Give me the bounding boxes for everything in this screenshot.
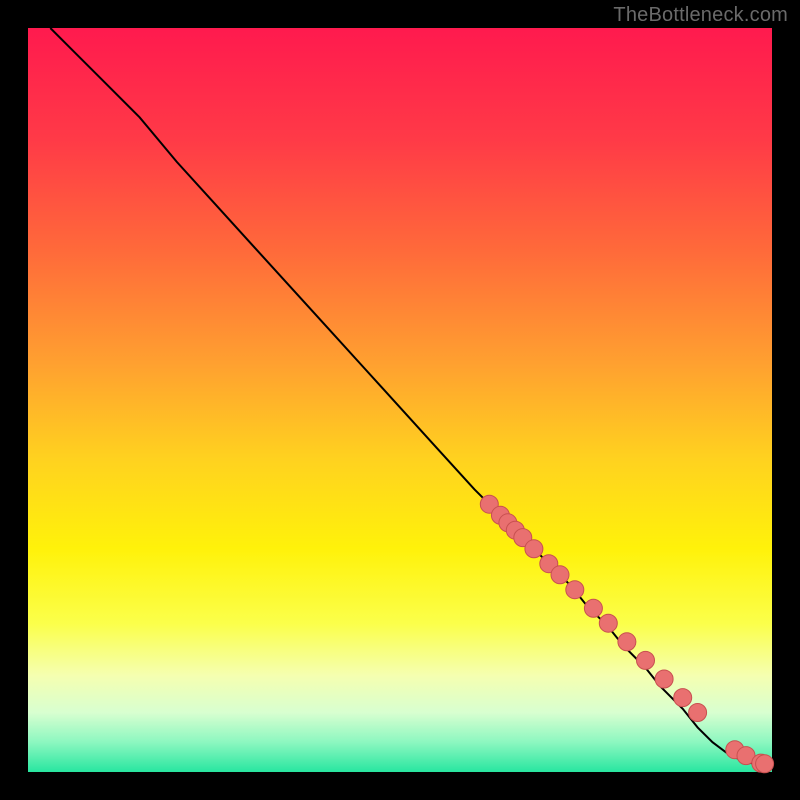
plot-background [28, 28, 772, 772]
data-point [584, 599, 602, 617]
data-point [756, 755, 774, 773]
data-point [689, 704, 707, 722]
data-point [551, 566, 569, 584]
data-point [618, 633, 636, 651]
chart-stage: TheBottleneck.com [0, 0, 800, 800]
data-point [525, 540, 543, 558]
data-point [637, 651, 655, 669]
data-point [674, 689, 692, 707]
data-point [655, 670, 673, 688]
plot-svg [0, 0, 800, 800]
data-point [566, 581, 584, 599]
data-point [599, 614, 617, 632]
